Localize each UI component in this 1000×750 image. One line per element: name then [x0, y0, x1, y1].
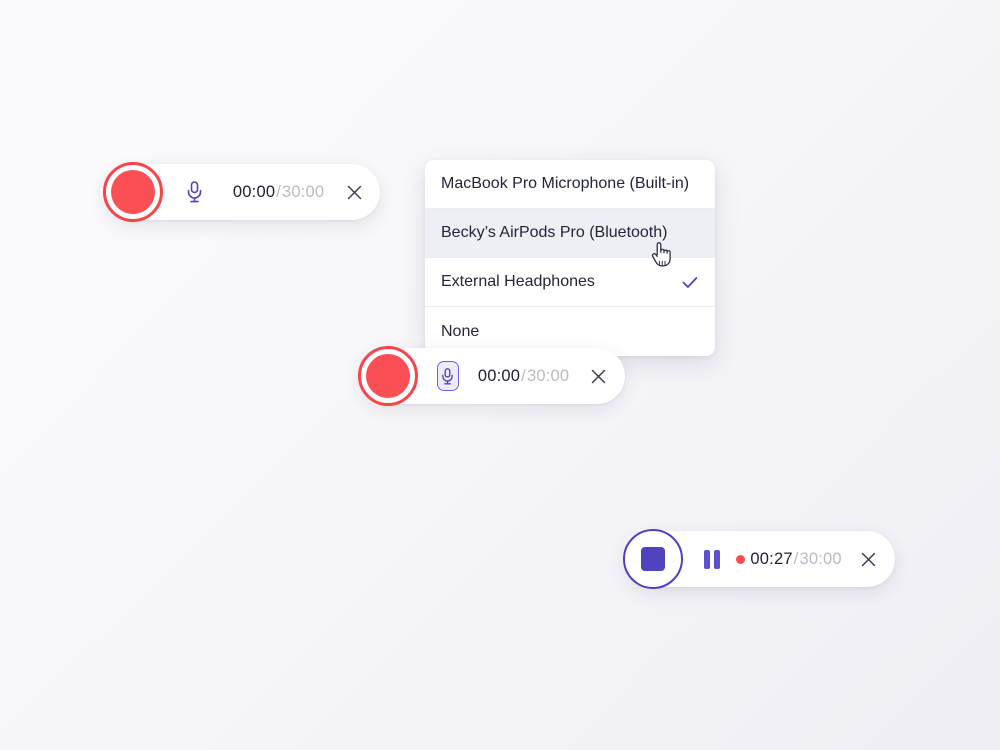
- record-button[interactable]: [358, 346, 418, 406]
- timer-separator: /: [275, 183, 282, 201]
- timer-total: 30:00: [527, 367, 569, 385]
- timer-total: 30:00: [282, 183, 324, 201]
- recorder-pill-device-picker: 00:00/30:00: [360, 348, 625, 404]
- timer-display: 00:00/30:00: [233, 183, 324, 202]
- device-menu-item-1[interactable]: Becky’s AirPods Pro (Bluetooth): [425, 209, 715, 258]
- timer-total: 30:00: [800, 550, 842, 568]
- device-menu-item-label: None: [441, 323, 699, 341]
- device-menu-item-label: Becky’s AirPods Pro (Bluetooth): [441, 224, 699, 242]
- stop-button-inner-square: [641, 547, 665, 571]
- pause-bar-left: [704, 550, 710, 569]
- microphone-icon[interactable]: [186, 179, 203, 205]
- record-button-inner-dot: [366, 354, 410, 398]
- stop-button[interactable]: [623, 529, 683, 589]
- recorder-pill-recording: 00:27/30:00: [625, 531, 895, 587]
- timer-elapsed: 00:00: [478, 367, 520, 385]
- audio-device-menu: MacBook Pro Microphone (Built-in) Becky’…: [425, 160, 715, 356]
- pause-bar-right: [714, 550, 720, 569]
- close-icon[interactable]: [346, 180, 362, 204]
- check-icon: [681, 273, 699, 291]
- timer-separator: /: [520, 367, 527, 385]
- device-menu-item-2[interactable]: External Headphones: [425, 258, 715, 307]
- timer-display: 00:27/30:00: [750, 550, 841, 569]
- record-button[interactable]: [103, 162, 163, 222]
- recording-indicator-dot: [736, 555, 745, 564]
- recorder-pill-idle: 00:00/30:00: [105, 164, 380, 220]
- device-menu-item-0[interactable]: MacBook Pro Microphone (Built-in): [425, 160, 715, 209]
- device-menu-item-label: External Headphones: [441, 273, 681, 291]
- timer-elapsed: 00:00: [233, 183, 275, 201]
- device-menu-item-label: MacBook Pro Microphone (Built-in): [441, 175, 699, 193]
- record-button-inner-dot: [111, 170, 155, 214]
- close-icon[interactable]: [860, 547, 877, 571]
- timer-display: 00:00/30:00: [478, 367, 569, 386]
- timer-separator: /: [793, 550, 800, 568]
- timer-elapsed: 00:27: [750, 550, 792, 568]
- close-icon[interactable]: [590, 364, 607, 388]
- pause-button[interactable]: [704, 550, 720, 569]
- microphone-icon[interactable]: [437, 361, 459, 391]
